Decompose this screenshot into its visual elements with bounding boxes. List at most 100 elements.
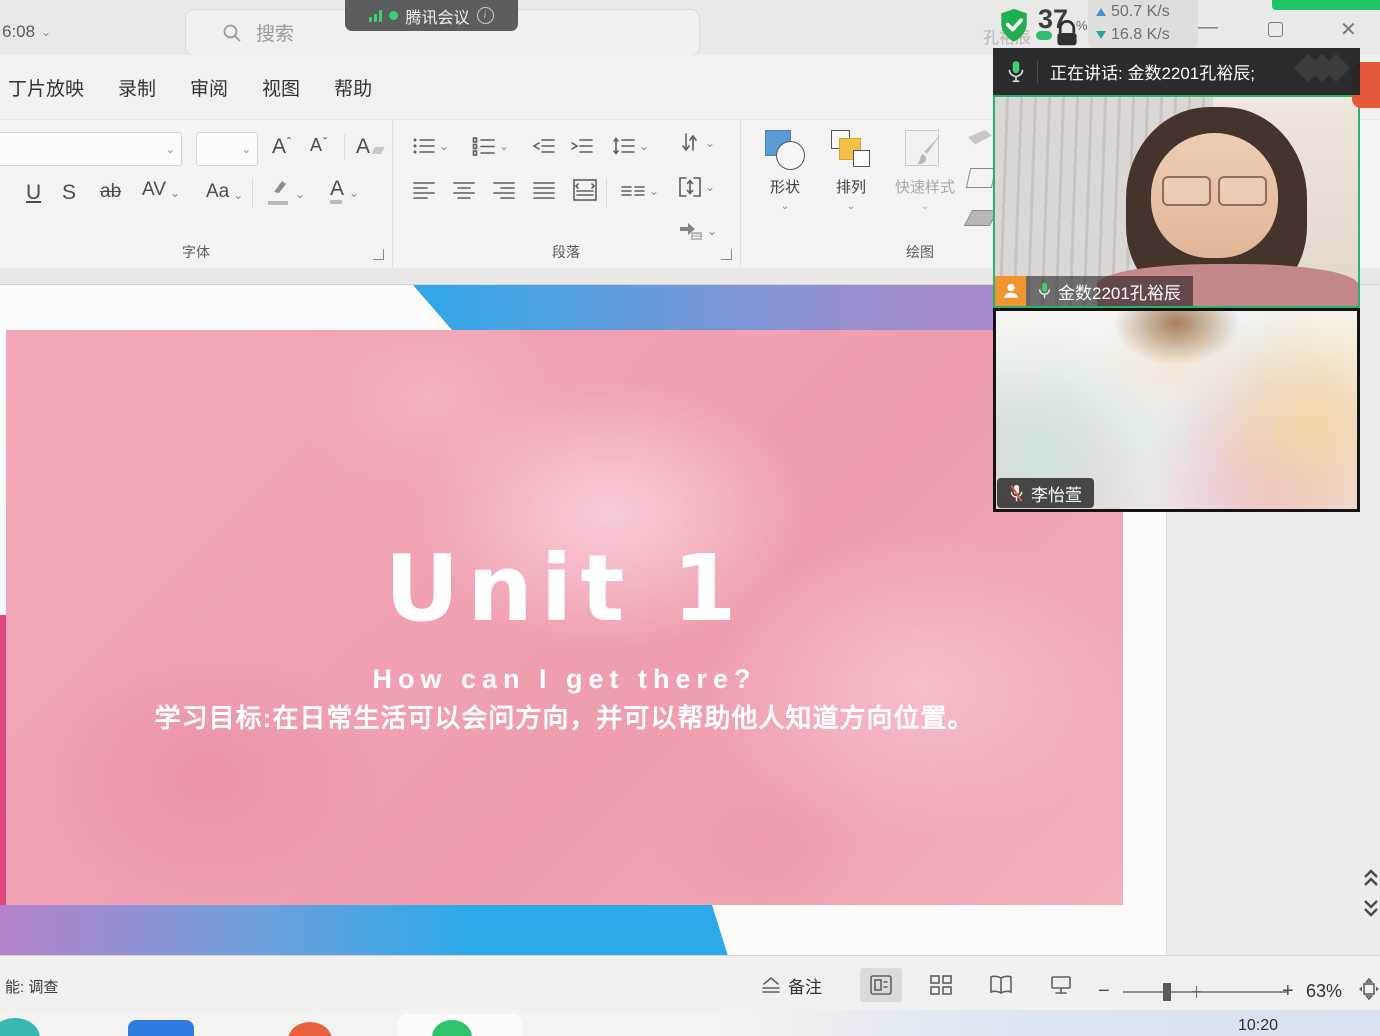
search-placeholder: 搜索 [256,19,294,46]
ribbon-paragraph-group: ⌄ ⌄ ⌄ [392,120,741,268]
dock-app-icon[interactable] [128,1020,194,1036]
shape-fill-icon[interactable] [968,130,992,148]
arrange-button[interactable]: 排列 ⌄ [820,128,882,212]
participant1-glasses [1162,176,1267,205]
chevron-down-icon: ⌄ [921,201,929,212]
justify-button[interactable] [532,180,556,200]
quick-styles-icon [903,128,947,172]
signal-bars-icon [369,10,382,22]
download-speed: 16.8 K/s [1096,26,1170,44]
dock-app-icon[interactable] [0,1018,40,1036]
close-button[interactable]: ✕ [1340,17,1357,42]
smartart-button[interactable]: ⌄ [678,220,717,242]
taskbar [0,1010,1380,1036]
underline-button[interactable]: U [26,182,41,203]
highlighter-icon [268,178,290,200]
view-normal-button[interactable] [860,968,902,1002]
slide-sorter-icon [929,974,953,996]
fit-to-window-icon[interactable] [1358,978,1380,1000]
slide-title[interactable]: Unit 1 [6,535,1123,642]
zoom-slider-track[interactable] [1123,991,1288,993]
slide-subtitle[interactable]: How can I get there? [6,664,1123,695]
font-size-combobox[interactable]: ⌄ [196,132,258,166]
upload-speed-text: 50.7 K/s [1111,3,1170,21]
recording-dot-icon [389,11,398,20]
zoom-slider-thumb[interactable] [1163,983,1171,1001]
chevron-down-icon: ⌄ [705,180,715,194]
decrease-indent-button[interactable] [532,136,556,156]
increase-indent-button[interactable] [570,136,594,156]
meeting-speaking-banner: 正在讲话: 金数2201孔裕辰; [993,48,1360,95]
character-spacing-button[interactable]: AV⌄ [142,180,180,199]
system-top-bar: 6:08 ⌄ 搜索 孔裕辰 37 % 50.7 K/s 1 [0,0,1380,55]
menu-review[interactable]: 审阅 [190,74,228,101]
restore-button[interactable] [1268,22,1283,37]
paragraph-dialog-launcher[interactable] [721,249,732,260]
menu-record[interactable]: 录制 [118,74,156,101]
minimize-button[interactable]: — [1198,16,1218,39]
chevron-down-icon: ⌄ [649,184,659,198]
eraser-icon [371,147,384,154]
highlight-color-button[interactable]: ⌄ [268,178,305,200]
chevron-down-icon: ⌄ [705,136,715,150]
slide-objective-text[interactable]: 学习目标:在日常生活可以会问方向，并可以帮助他人知道方向位置。 [6,698,1123,735]
clear-format-button[interactable]: A [356,136,383,157]
shape-outline-icon[interactable] [966,168,996,188]
view-reading-button[interactable] [980,968,1022,1002]
notes-label: 备注 [788,973,822,998]
zoom-in-button[interactable]: + [1282,980,1294,1003]
restore-icon [1268,22,1283,37]
view-sorter-button[interactable] [920,968,962,1002]
menu-help[interactable]: 帮助 [334,74,372,101]
notes-button[interactable]: 备注 [760,973,822,998]
menu-slideshow[interactable]: 丁片放映 [8,74,84,101]
shapes-button[interactable]: 形状 ⌄ [754,128,816,212]
shrink-font-button[interactable]: Aˇ [310,136,327,154]
align-right-button[interactable] [492,180,516,200]
chevron-down-icon: ⌄ [166,143,175,156]
upload-arrow-icon [1096,8,1106,16]
quick-styles-button[interactable]: 快速样式 ⌄ [888,128,962,212]
bullets-button[interactable]: ⌄ [412,136,449,156]
mic-on-icon [1038,282,1051,300]
slide-background-image[interactable]: Unit 1 How can I get there? 学习目标:在日常生活可以… [6,330,1123,905]
system-clock[interactable]: 6:08 ⌄ [2,22,51,42]
ribbon-font-group: ⌄ ⌄ Aˆ Aˇ A U S ab AV⌄ A [0,120,393,268]
change-case-button[interactable]: Aa⌄ [206,182,243,201]
upload-speed: 50.7 K/s [1096,3,1170,21]
previous-slide-button[interactable] [1363,868,1379,888]
align-text-button[interactable]: ⌄ [678,176,715,198]
columns-button[interactable]: ⌄ [620,184,659,198]
drawing-group-label: 绘图 [850,242,990,262]
paragraph-group-label: 段落 [392,242,740,262]
font-name-combobox[interactable]: ⌄ [0,132,182,166]
chevron-down-icon: ⌄ [707,224,717,238]
chevron-down-icon: ⌄ [242,143,251,156]
meeting-floating-pill[interactable]: 腾讯会议 i [345,0,518,31]
double-strike-button[interactable]: ab [100,182,121,201]
line-spacing-button[interactable]: ⌄ [612,136,649,156]
chevron-down-icon: ⌄ [639,139,649,153]
participant2-name: 李怡萱 [1031,481,1082,506]
view-slideshow-button[interactable] [1040,968,1082,1002]
font-dialog-launcher[interactable] [373,249,384,260]
normal-view-icon [869,974,893,996]
status-left-text: 能: 调查 [5,976,58,997]
slide-bottom-gradient-ribbon [0,905,728,956]
grow-font-button[interactable]: Aˆ [272,136,291,157]
menu-view[interactable]: 视图 [262,74,300,101]
font-color-button[interactable]: A ⌄ [330,178,359,199]
align-center-button[interactable] [452,180,476,200]
zoom-percent[interactable]: 63% [1306,981,1342,1002]
numbering-button[interactable]: ⌄ [472,136,509,156]
chevron-down-icon: ⌄ [295,188,305,200]
distribute-button[interactable] [572,178,598,202]
next-slide-button[interactable] [1363,898,1379,918]
zoom-100-tick [1196,986,1197,998]
zoom-out-button[interactable]: − [1098,980,1110,1003]
participant1-name: 金数2201孔裕辰 [1058,279,1181,304]
align-left-button[interactable] [412,180,436,200]
dock-app-icon[interactable] [288,1022,332,1036]
text-direction-button[interactable]: ⌄ [678,132,715,154]
strikethrough-button[interactable]: S [62,182,76,203]
